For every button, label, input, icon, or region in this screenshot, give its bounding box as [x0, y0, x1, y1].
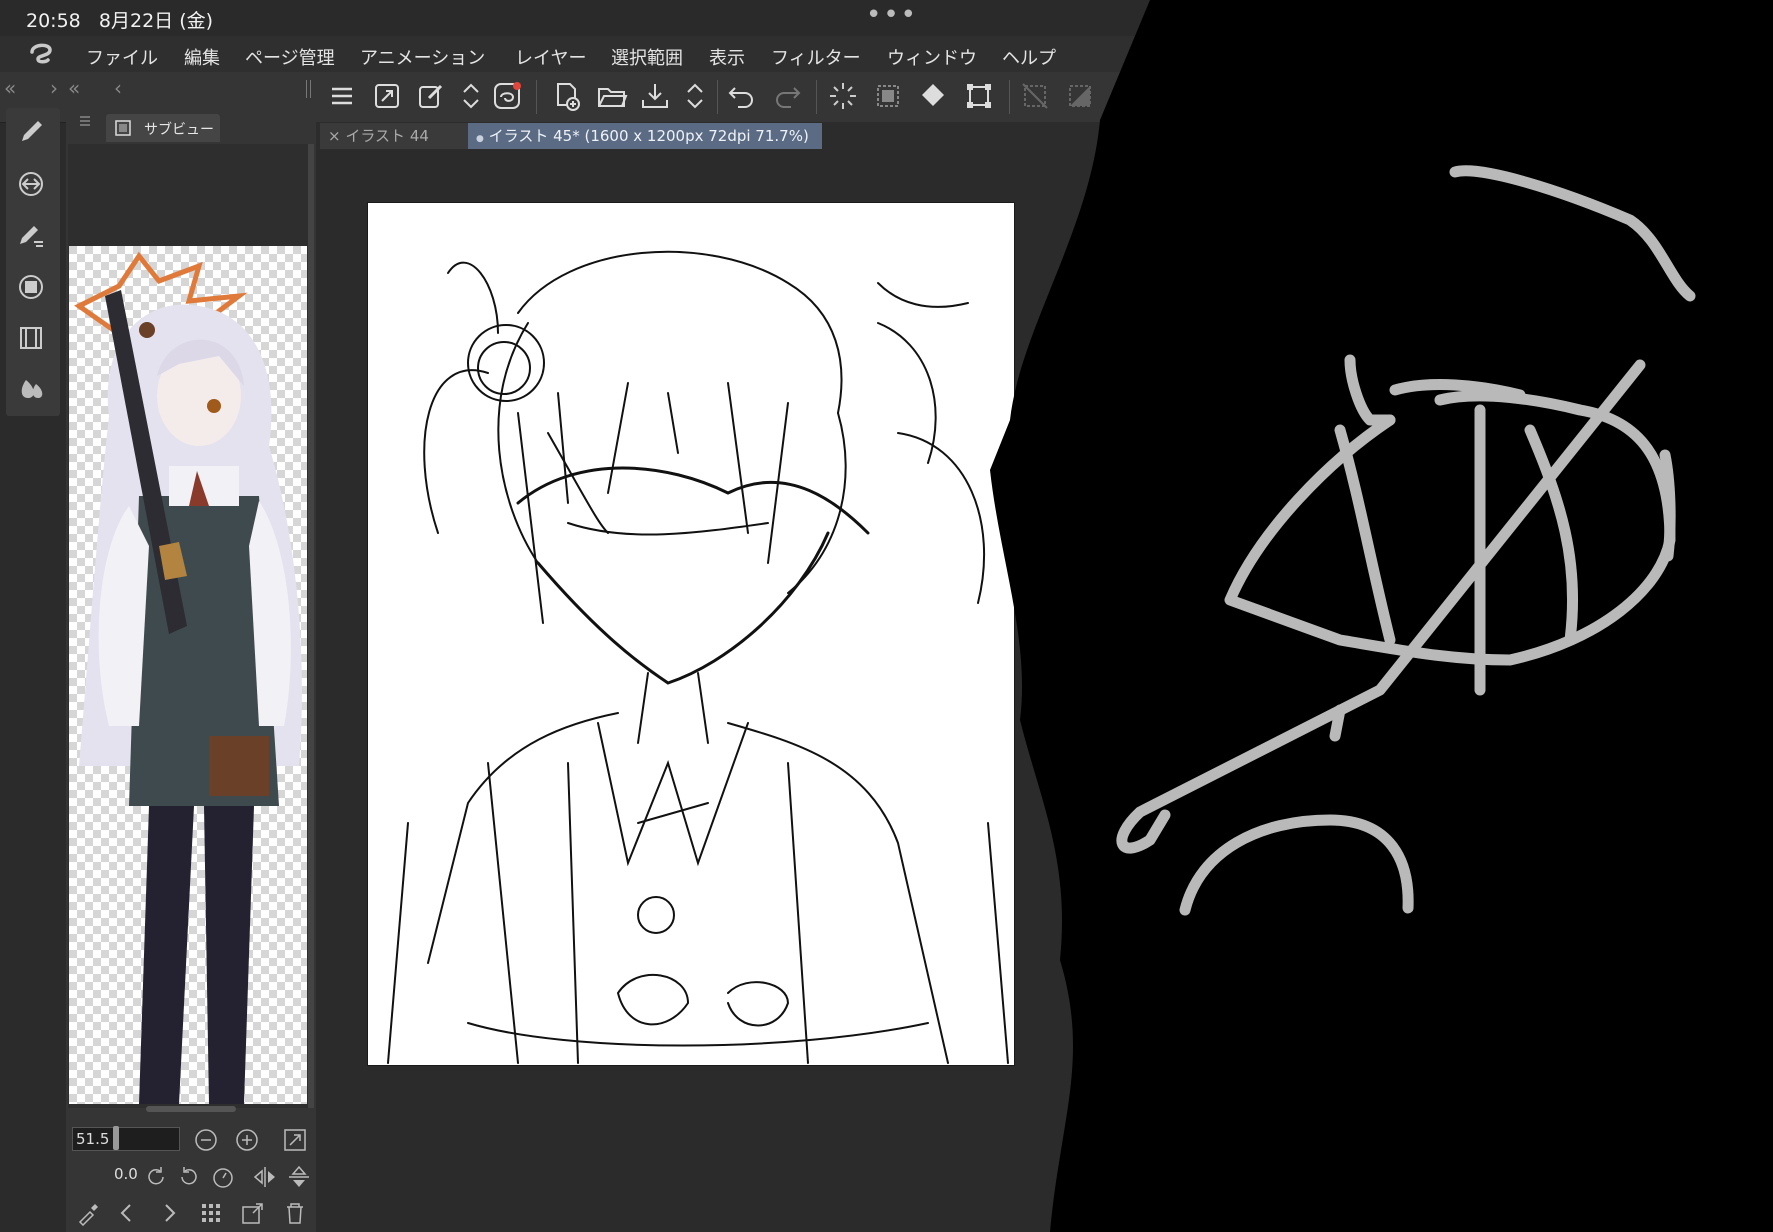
collapse-left-icon[interactable]: « — [68, 76, 80, 100]
status-time: 20:58 8月22日 (金) — [26, 10, 214, 32]
tab-label: イラスト 45* (1600 x 1200px 72dpi 71.7%) — [488, 127, 809, 145]
tab-label: イラスト 44 — [345, 127, 429, 145]
color-icon[interactable] — [16, 374, 46, 404]
save-icon[interactable] — [639, 80, 671, 112]
companion-icon[interactable] — [491, 80, 523, 112]
toolbar-separator — [717, 80, 718, 114]
menu-icon[interactable] — [326, 80, 358, 112]
brush-settings-icon[interactable] — [16, 220, 46, 250]
timeline-icon[interactable] — [16, 323, 46, 353]
select-icon[interactable] — [872, 80, 904, 112]
undo-icon[interactable] — [726, 80, 758, 112]
fill-icon[interactable] — [917, 80, 949, 112]
invert-icon[interactable] — [1064, 80, 1096, 112]
zoom-in-icon[interactable] — [234, 1127, 260, 1153]
menu-animation[interactable]: アニメーション — [360, 44, 485, 70]
transform-icon[interactable] — [963, 80, 995, 112]
eyedropper-icon[interactable] — [76, 1200, 102, 1226]
zoom-slider-knob[interactable] — [113, 1126, 119, 1150]
subview-scrollbar[interactable] — [308, 144, 314, 1108]
menu-selection[interactable]: 選択範囲 — [611, 44, 683, 70]
arrows-updown-icon[interactable] — [455, 80, 487, 112]
layer-icon[interactable] — [16, 272, 46, 302]
panel-grip[interactable] — [306, 80, 311, 98]
menu-edit[interactable]: 編集 — [184, 44, 220, 70]
unsaved-dot-icon: ● — [476, 134, 484, 144]
subview-hscroll[interactable] — [146, 1106, 236, 1112]
edit-icon[interactable] — [415, 80, 447, 112]
move-tool-icon[interactable] — [16, 169, 46, 199]
rotate-left-icon[interactable] — [143, 1164, 169, 1190]
multitask-dots[interactable]: ••• — [866, 0, 918, 30]
zoom-out-icon[interactable] — [193, 1127, 219, 1153]
menu-help[interactable]: ヘルプ — [1002, 44, 1056, 70]
toolbar-separator — [1009, 80, 1010, 114]
subview-icon — [115, 120, 131, 136]
resize-icon[interactable] — [371, 80, 403, 112]
tool-palette — [6, 108, 60, 416]
loading-icon[interactable] — [827, 80, 859, 112]
menu-view[interactable]: 表示 — [709, 44, 745, 70]
reference-image — [69, 246, 307, 1104]
arrows-updown-icon[interactable] — [679, 80, 711, 112]
redo-icon[interactable] — [771, 80, 803, 112]
tab-illust-44[interactable]: × イラスト 44 — [320, 123, 473, 149]
drawing-canvas[interactable] — [368, 203, 1014, 1065]
pen-tool-icon[interactable] — [16, 117, 46, 147]
import-image-icon[interactable] — [240, 1200, 266, 1226]
fit-view-icon[interactable] — [282, 1127, 308, 1153]
zoom-value: 51.5 — [76, 1130, 110, 1148]
toolbar-separator — [816, 80, 817, 114]
prev-icon[interactable]: ‹ — [114, 76, 122, 100]
deselect-icon[interactable] — [1019, 80, 1051, 112]
status-date: 8月22日 (金) — [98, 10, 214, 32]
grid-view-icon[interactable] — [198, 1200, 224, 1226]
menu-layer[interactable]: レイヤー — [515, 44, 586, 70]
app-logo-icon[interactable] — [26, 40, 56, 68]
open-folder-icon[interactable] — [596, 80, 628, 112]
flip-horizontal-icon[interactable] — [252, 1164, 278, 1190]
menu-file[interactable]: ファイル — [86, 44, 158, 70]
next-icon[interactable]: › — [50, 76, 58, 100]
reset-rotation-icon[interactable] — [210, 1164, 236, 1190]
menu-window[interactable]: ウィンドウ — [887, 44, 977, 70]
previous-image-icon[interactable] — [114, 1200, 140, 1226]
panel-menu-icon[interactable] — [78, 114, 92, 128]
trash-icon[interactable] — [282, 1200, 308, 1226]
subview-title: サブビュー — [144, 122, 214, 138]
rotation-value: 0.0 — [114, 1165, 138, 1183]
new-canvas-icon[interactable] — [551, 80, 583, 112]
menu-filter[interactable]: フィルター — [771, 44, 861, 70]
collapse-left-icon[interactable]: « — [4, 76, 16, 100]
tab-illust-45[interactable]: ● イラスト 45* (1600 x 1200px 72dpi 71.7%) — [468, 123, 822, 149]
next-image-icon[interactable] — [156, 1200, 182, 1226]
flip-vertical-icon[interactable] — [286, 1164, 312, 1190]
rotate-right-icon[interactable] — [176, 1164, 202, 1190]
menu-page[interactable]: ページ管理 — [245, 44, 335, 70]
toolbar-separator — [536, 80, 537, 114]
close-icon[interactable]: × — [328, 127, 341, 145]
